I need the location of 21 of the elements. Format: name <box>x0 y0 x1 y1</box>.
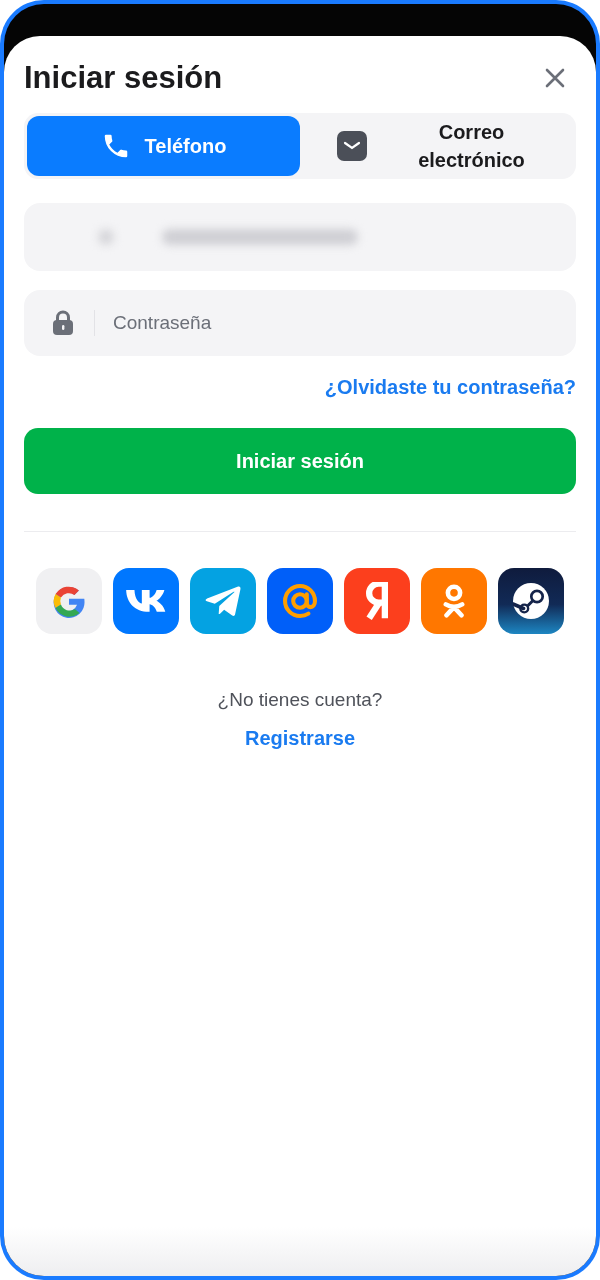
method-tab[interactable]: Teléfono <box>27 116 300 176</box>
phone-field[interactable] <box>24 203 576 271</box>
signup-link[interactable]: Registrarse <box>244 722 356 753</box>
forgot-password-link[interactable]: ¿Olvidaste tu contraseña? <box>324 372 576 402</box>
lock-icon <box>52 310 74 336</box>
at-sign-icon <box>283 584 317 618</box>
yandex-logo-icon <box>366 582 388 620</box>
close-icon <box>544 66 566 89</box>
envelope-icon <box>336 131 367 161</box>
vk-logo-icon <box>125 589 167 613</box>
google-logo-icon <box>52 584 86 618</box>
password-input[interactable]: Contraseña <box>113 308 576 338</box>
social-login-button[interactable] <box>498 568 564 634</box>
login-button[interactable]: Iniciar sesión <box>24 428 576 494</box>
signup-prompt: ¿No tienes cuenta? <box>216 688 384 712</box>
sheet-title: Iniciar sesión <box>24 62 223 93</box>
ok-logo-icon <box>443 584 465 618</box>
steam-logo-icon <box>513 583 549 619</box>
paper-plane-icon <box>205 585 241 617</box>
method-tab[interactable]: Correo electrónico <box>300 116 573 176</box>
password-field[interactable]: Contraseña <box>24 290 576 356</box>
